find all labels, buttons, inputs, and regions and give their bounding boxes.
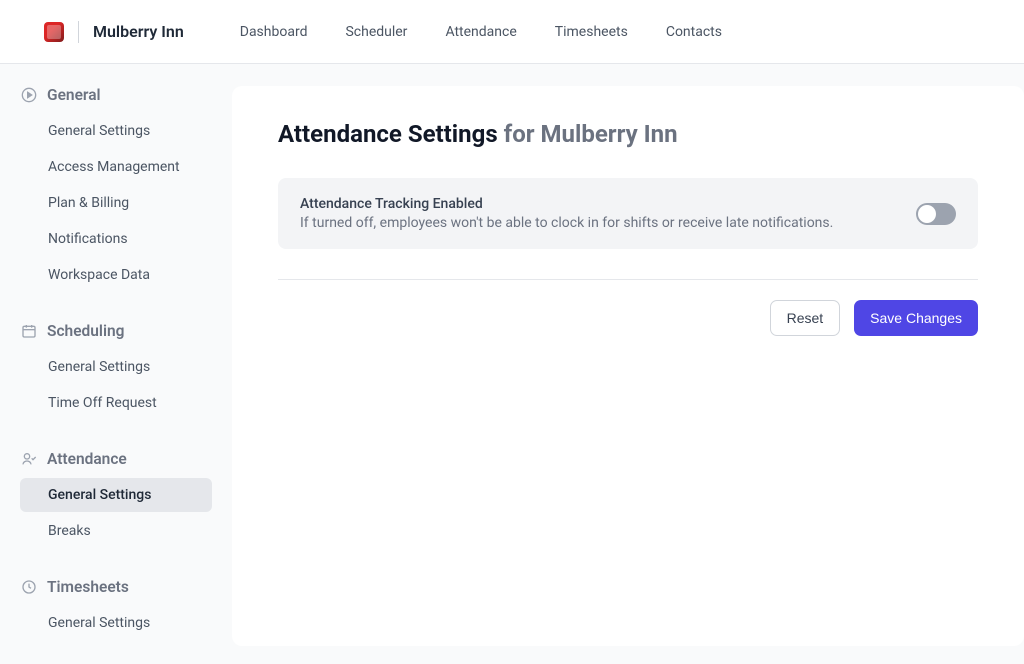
setting-attendance-tracking: Attendance Tracking Enabled If turned of… <box>278 178 978 249</box>
toggle-knob <box>918 205 936 223</box>
nav-attendance[interactable]: Attendance <box>445 24 516 40</box>
brand-divider <box>78 21 79 43</box>
calendar-icon <box>20 323 37 340</box>
sidebar-header-label: Scheduling <box>47 322 124 340</box>
clock-icon <box>20 579 37 596</box>
divider <box>278 279 978 280</box>
sidebar-header-attendance: Attendance <box>20 450 212 468</box>
page-title-suffix: for Mulberry Inn <box>504 120 678 148</box>
sidebar-item-attendance-general[interactable]: General Settings <box>20 478 212 512</box>
sidebar-item-access-management[interactable]: Access Management <box>20 150 212 184</box>
brand-logo-icon <box>44 22 64 42</box>
nav-scheduler[interactable]: Scheduler <box>345 24 407 40</box>
setting-label: Attendance Tracking Enabled <box>300 196 833 212</box>
nav-dashboard[interactable]: Dashboard <box>240 24 308 40</box>
save-button[interactable]: Save Changes <box>854 300 978 336</box>
sidebar-item-breaks[interactable]: Breaks <box>20 514 212 548</box>
setting-desc: If turned off, employees won't be able t… <box>300 215 833 231</box>
main: Attendance Settings for Mulberry Inn Att… <box>232 64 1024 664</box>
nav-contacts[interactable]: Contacts <box>666 24 722 40</box>
sidebar-section-scheduling: Scheduling General Settings Time Off Req… <box>20 322 212 420</box>
person-check-icon <box>20 451 37 468</box>
setting-text: Attendance Tracking Enabled If turned of… <box>300 196 833 231</box>
top-nav: Dashboard Scheduler Attendance Timesheet… <box>240 24 722 40</box>
sidebar-section-timesheets: Timesheets General Settings <box>20 578 212 640</box>
sidebar-item-notifications[interactable]: Notifications <box>20 222 212 256</box>
sidebar-header-label: Attendance <box>47 450 127 468</box>
sidebar-item-general-settings[interactable]: General Settings <box>20 114 212 148</box>
settings-card: Attendance Settings for Mulberry Inn Att… <box>232 86 1024 646</box>
actions: Reset Save Changes <box>278 300 978 336</box>
sidebar-header-scheduling: Scheduling <box>20 322 212 340</box>
sidebar-item-workspace-data[interactable]: Workspace Data <box>20 258 212 292</box>
sidebar-item-plan-billing[interactable]: Plan & Billing <box>20 186 212 220</box>
play-circle-icon <box>20 87 37 104</box>
sidebar-header-label: General <box>47 86 101 104</box>
layout: General General Settings Access Manageme… <box>0 64 1024 664</box>
topbar: Mulberry Inn Dashboard Scheduler Attenda… <box>0 0 1024 64</box>
sidebar-header-general: General <box>20 86 212 104</box>
brand-name: Mulberry Inn <box>93 22 184 41</box>
sidebar-header-timesheets: Timesheets <box>20 578 212 596</box>
sidebar-section-attendance: Attendance General Settings Breaks <box>20 450 212 548</box>
page-title-prefix: Attendance Settings <box>278 120 498 148</box>
attendance-tracking-toggle[interactable] <box>916 203 956 225</box>
reset-button[interactable]: Reset <box>770 300 841 336</box>
brand: Mulberry Inn <box>44 21 184 43</box>
sidebar-header-label: Timesheets <box>47 578 129 596</box>
sidebar-item-scheduling-general[interactable]: General Settings <box>20 350 212 384</box>
nav-timesheets[interactable]: Timesheets <box>555 24 628 40</box>
page-title: Attendance Settings for Mulberry Inn <box>278 120 978 148</box>
sidebar-section-general: General General Settings Access Manageme… <box>20 86 212 292</box>
sidebar-item-time-off[interactable]: Time Off Request <box>20 386 212 420</box>
sidebar: General General Settings Access Manageme… <box>0 64 232 664</box>
sidebar-item-timesheets-general[interactable]: General Settings <box>20 606 212 640</box>
